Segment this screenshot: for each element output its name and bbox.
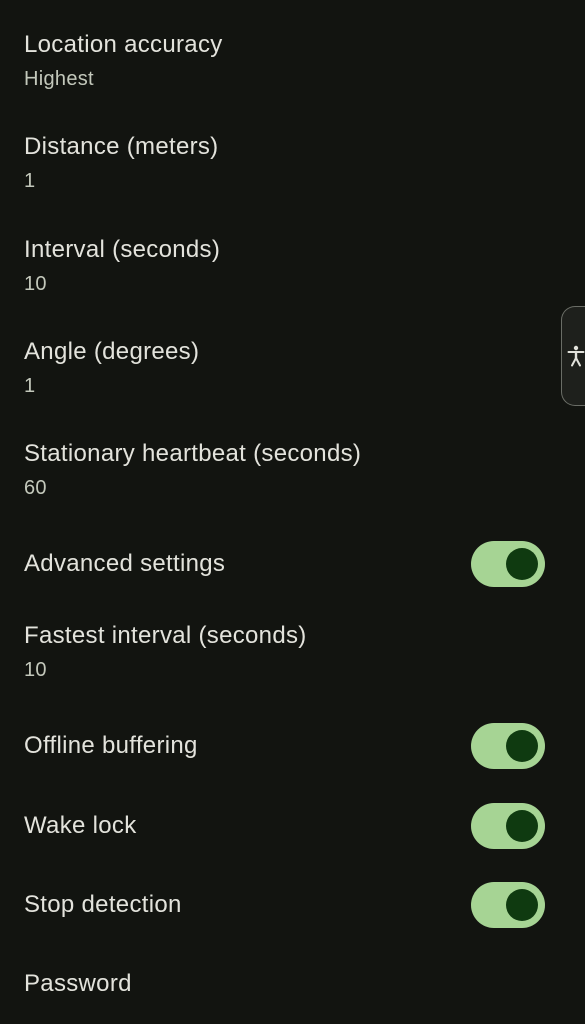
setting-interval[interactable]: Interval (seconds) 10 xyxy=(24,235,585,297)
setting-title: Advanced settings xyxy=(24,550,226,577)
setting-summary: 1 xyxy=(24,375,36,397)
switch-thumb xyxy=(506,730,538,762)
wake-lock-switch[interactable] xyxy=(471,803,545,849)
setting-title: Fastest interval (seconds) xyxy=(24,622,307,649)
switch-thumb xyxy=(506,548,538,580)
setting-wake-lock[interactable]: Wake lock xyxy=(24,803,545,849)
setting-stationary-heartbeat[interactable]: Stationary heartbeat (seconds) 60 xyxy=(24,439,585,501)
setting-title: Wake lock xyxy=(24,812,137,839)
setting-title: Distance (meters) xyxy=(24,133,219,160)
setting-title: Stop detection xyxy=(24,891,182,918)
setting-angle[interactable]: Angle (degrees) 1 xyxy=(24,337,585,399)
setting-title: Stationary heartbeat (seconds) xyxy=(24,440,362,467)
advanced-settings-switch[interactable] xyxy=(471,541,545,587)
setting-title: Password xyxy=(24,970,132,997)
setting-distance[interactable]: Distance (meters) 1 xyxy=(24,132,585,194)
settings-screen: Location accuracy Highest Distance (mete… xyxy=(0,0,585,1024)
offline-buffering-switch[interactable] xyxy=(471,723,545,769)
setting-fastest-interval[interactable]: Fastest interval (seconds) 10 xyxy=(24,621,585,683)
switch-thumb xyxy=(506,810,538,842)
setting-title: Location accuracy xyxy=(24,31,223,58)
setting-summary: Highest xyxy=(24,68,94,90)
switch-thumb xyxy=(506,889,538,921)
setting-title: Interval (seconds) xyxy=(24,236,221,263)
accessibility-button[interactable] xyxy=(561,306,585,406)
setting-password[interactable]: Password xyxy=(24,969,585,999)
stop-detection-switch[interactable] xyxy=(471,882,545,928)
setting-stop-detection[interactable]: Stop detection xyxy=(24,882,545,928)
setting-summary: 10 xyxy=(24,273,47,295)
setting-summary: 1 xyxy=(24,170,36,192)
setting-title: Angle (degrees) xyxy=(24,338,200,365)
setting-summary: 10 xyxy=(24,659,47,681)
setting-advanced-settings[interactable]: Advanced settings xyxy=(24,541,545,587)
setting-offline-buffering[interactable]: Offline buffering xyxy=(24,723,545,769)
setting-summary: 60 xyxy=(24,477,47,499)
accessibility-icon xyxy=(567,345,585,367)
setting-location-accuracy[interactable]: Location accuracy Highest xyxy=(24,30,585,92)
setting-title: Offline buffering xyxy=(24,732,198,759)
